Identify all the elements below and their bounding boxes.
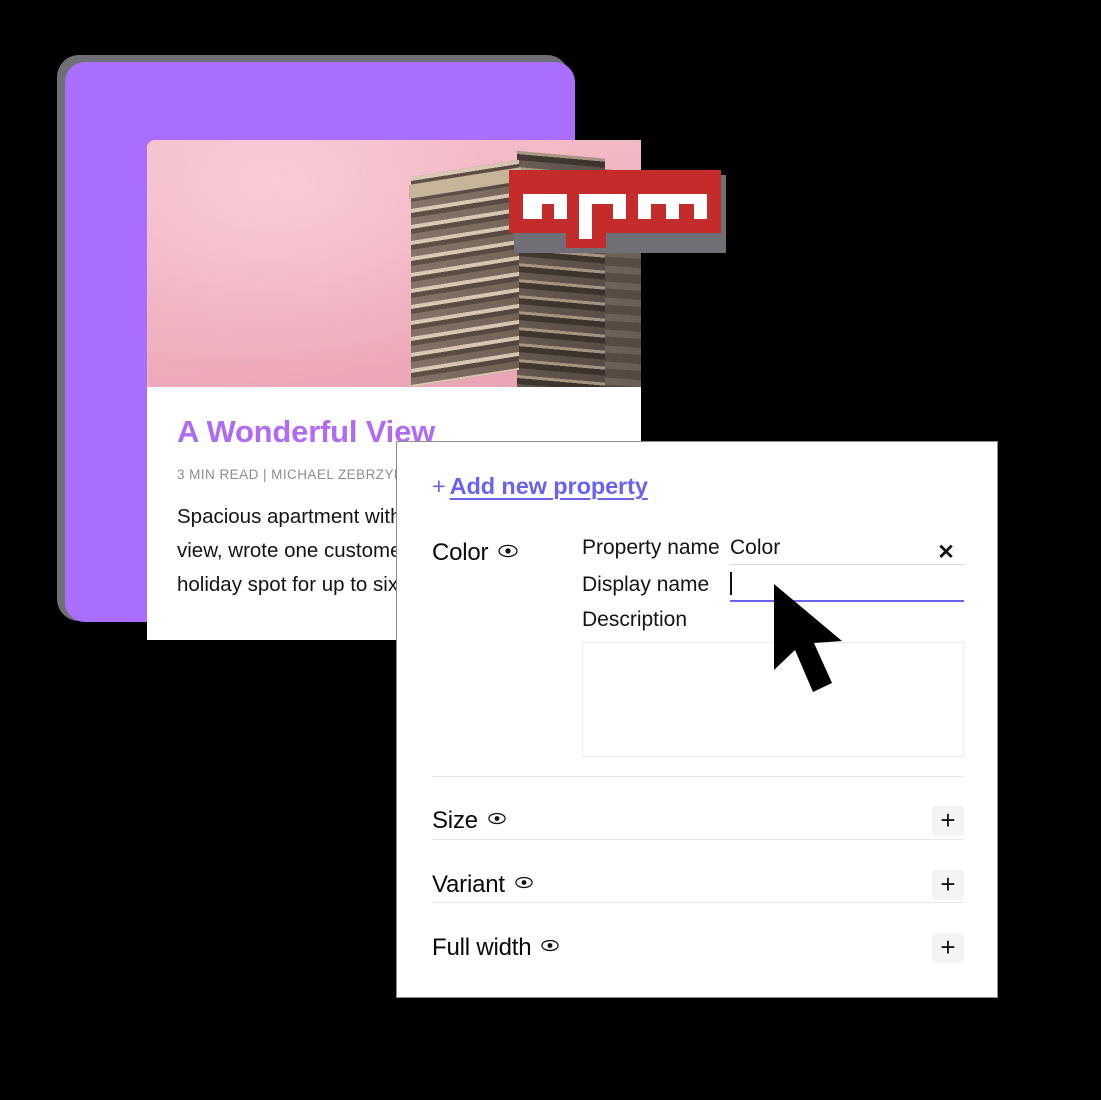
- plus-icon: +: [432, 473, 446, 499]
- npm-letter-m-stem3: [694, 194, 707, 219]
- add-full-width-option-button[interactable]: +: [932, 933, 964, 963]
- property-panel: + Add new property Color Property name Co…: [396, 441, 998, 998]
- property-row-color-label: Color: [432, 539, 489, 566]
- eye-icon[interactable]: [541, 939, 560, 957]
- eye-icon[interactable]: [498, 544, 519, 563]
- row-divider: [432, 902, 964, 903]
- npm-letter-n-notch: [542, 204, 554, 219]
- npm-letter-n-stem: [523, 194, 536, 219]
- npm-letter-m-stem2: [666, 194, 679, 219]
- property-name-label: Property name: [582, 536, 720, 559]
- property-name-underline: [730, 564, 964, 565]
- npm-logo: [509, 170, 721, 248]
- color-property-detail: Property name Color Display name Descrip…: [582, 536, 964, 757]
- property-row-full-width-label: Full width: [432, 934, 532, 961]
- row-divider: [432, 839, 964, 840]
- eye-icon[interactable]: [515, 876, 533, 894]
- add-variant-option-button[interactable]: +: [932, 870, 964, 900]
- npm-letter-p-stem: [579, 194, 592, 239]
- display-name-underline: [730, 600, 964, 602]
- add-new-property-link[interactable]: + Add new property: [432, 473, 648, 500]
- eye-icon[interactable]: [488, 812, 506, 830]
- display-name-input[interactable]: [730, 572, 964, 602]
- text-caret: [730, 572, 732, 595]
- property-row-variant-label: Variant: [432, 871, 505, 898]
- close-icon[interactable]: ✕: [933, 540, 959, 566]
- property-name-field-row: Property name Color: [582, 536, 964, 565]
- add-size-option-button[interactable]: +: [932, 806, 964, 836]
- display-name-field-row: Display name: [582, 572, 964, 602]
- property-row-size-label: Size: [432, 807, 478, 834]
- property-row-variant[interactable]: Variant +: [432, 868, 964, 902]
- description-label: Description: [582, 608, 688, 631]
- property-name-value: Color: [730, 536, 781, 559]
- property-row-size[interactable]: Size +: [432, 804, 964, 838]
- add-new-property-label: Add new property: [449, 473, 648, 499]
- property-name-input[interactable]: Color: [730, 536, 964, 565]
- description-textarea[interactable]: [582, 642, 964, 757]
- npm-letter-p-bowl: [613, 194, 626, 219]
- display-name-label: Display name: [582, 573, 710, 596]
- row-divider: [432, 776, 964, 777]
- property-row-full-width[interactable]: Full width +: [432, 931, 964, 965]
- npm-letter-m-stem1: [638, 194, 651, 219]
